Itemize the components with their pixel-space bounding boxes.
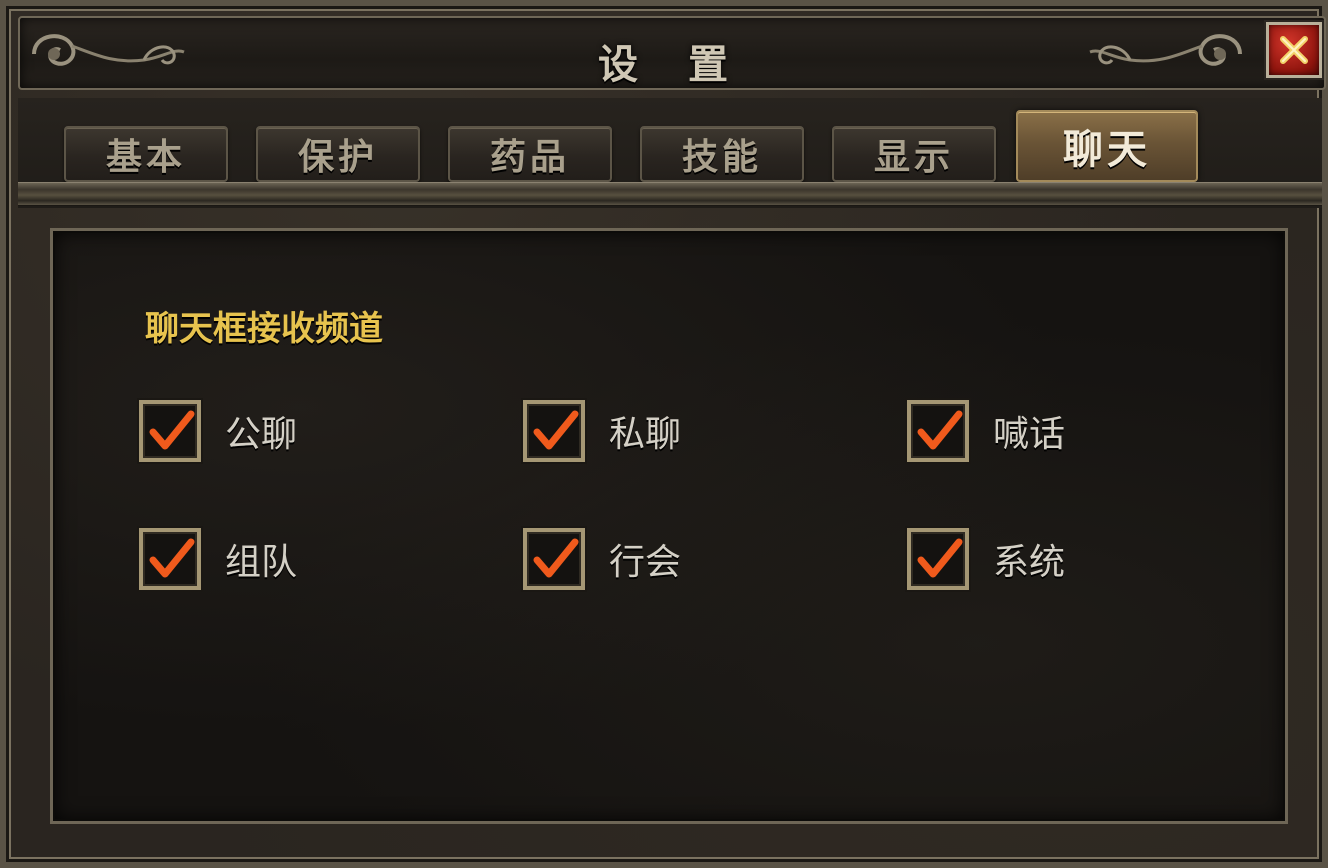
tab-chat[interactable]: 聊天 — [1016, 110, 1198, 182]
section-title: 聊天框接收频道 — [145, 309, 383, 349]
option-system[interactable]: 系统 — [907, 527, 1065, 591]
option-shout[interactable]: 喊话 — [907, 399, 1065, 463]
checkbox[interactable] — [523, 400, 585, 462]
option-public-chat[interactable]: 公聊 — [139, 399, 297, 463]
tab-bar: 基本 保护 药品 技能 显示 聊天 — [18, 98, 1322, 208]
option-label: 组队 — [225, 542, 298, 583]
check-icon — [533, 538, 579, 578]
tab-skills[interactable]: 技能 — [640, 126, 804, 182]
checkbox[interactable] — [907, 400, 969, 462]
check-icon — [917, 410, 963, 450]
option-label: 系统 — [993, 542, 1066, 583]
option-label: 公聊 — [225, 414, 298, 455]
option-label: 喊话 — [993, 414, 1066, 455]
checkbox[interactable] — [523, 528, 585, 590]
chat-settings-panel: 聊天框接收频道 公聊 私聊 喊话 组队 行会 系统 — [50, 228, 1288, 824]
title-bar[interactable]: 设 置 — [18, 16, 1326, 90]
settings-window: 设 置 基本 保护 药品 技能 显示 聊天 聊天框接收频道 公聊 私聊 喊话 组… — [0, 0, 1328, 868]
option-label: 行会 — [609, 542, 682, 583]
check-icon — [149, 538, 195, 578]
tab-basic[interactable]: 基本 — [64, 126, 228, 182]
tab-rail — [18, 182, 1322, 206]
checkbox[interactable] — [139, 528, 201, 590]
checkbox[interactable] — [907, 528, 969, 590]
scroll-ornament-icon — [1089, 34, 1242, 66]
tab-display[interactable]: 显示 — [832, 126, 996, 182]
close-button[interactable] — [1266, 22, 1322, 78]
close-x-icon — [1280, 36, 1308, 64]
option-private-chat[interactable]: 私聊 — [523, 399, 681, 463]
option-team[interactable]: 组队 — [139, 527, 297, 591]
check-icon — [149, 410, 195, 450]
option-label: 私聊 — [609, 414, 682, 455]
checkbox[interactable] — [139, 400, 201, 462]
tab-potions[interactable]: 药品 — [448, 126, 612, 182]
check-icon — [917, 538, 963, 578]
option-guild[interactable]: 行会 — [523, 527, 681, 591]
check-icon — [533, 410, 579, 450]
tab-protect[interactable]: 保护 — [256, 126, 420, 182]
